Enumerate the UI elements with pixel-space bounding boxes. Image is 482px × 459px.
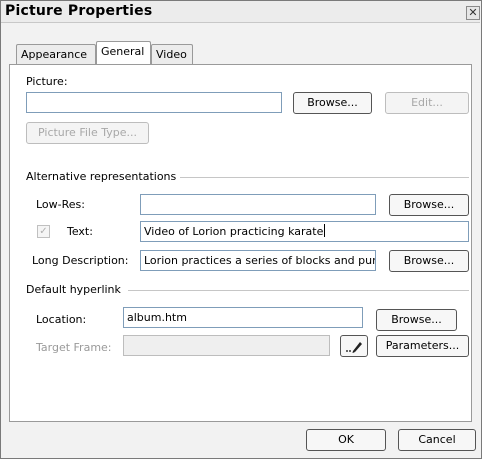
target-frame-label: Target Frame: xyxy=(36,341,112,354)
hyperlink-separator xyxy=(128,290,469,291)
picture-edit-button[interactable]: Edit... xyxy=(385,92,469,114)
cancel-button[interactable]: Cancel xyxy=(398,429,476,451)
long-description-label: Long Description: xyxy=(32,254,129,267)
picture-label: Picture: xyxy=(26,75,68,88)
close-icon[interactable]: ✕ xyxy=(466,6,480,20)
target-frame-pick-button[interactable] xyxy=(340,335,368,357)
location-label: Location: xyxy=(36,313,87,326)
tab-video[interactable]: Video xyxy=(151,44,193,64)
alternative-section-label: Alternative representations xyxy=(26,170,177,183)
target-frame-input[interactable] xyxy=(123,335,330,356)
lowres-browse-button[interactable]: Browse... xyxy=(389,194,469,216)
picture-browse-button[interactable]: Browse... xyxy=(293,92,372,114)
alternative-separator xyxy=(180,177,469,178)
text-label: Text: xyxy=(67,225,93,238)
lowres-input[interactable] xyxy=(140,194,376,215)
long-description-input[interactable]: Lorion practices a series of blocks and … xyxy=(140,250,376,271)
lowres-label: Low-Res: xyxy=(36,198,85,211)
text-checkbox[interactable]: ✓ xyxy=(37,225,50,238)
tab-general[interactable]: General xyxy=(96,41,151,64)
picture-input[interactable] xyxy=(26,92,282,113)
tab-panel-general xyxy=(9,64,472,422)
dialog-title: Picture Properties xyxy=(5,3,153,19)
picture-file-type-button[interactable]: Picture File Type... xyxy=(26,122,149,144)
text-input-value: Video of Lorion practicing karate xyxy=(144,225,324,238)
long-description-browse-button[interactable]: Browse... xyxy=(389,250,469,272)
tab-appearance[interactable]: Appearance xyxy=(16,44,96,64)
location-input[interactable]: album.htm xyxy=(123,307,363,328)
text-cursor xyxy=(324,224,326,237)
ok-button[interactable]: OK xyxy=(306,429,386,451)
text-input[interactable]: Video of Lorion practicing karate xyxy=(140,221,469,242)
hyperlink-section-label: Default hyperlink xyxy=(26,283,121,296)
pencil-icon xyxy=(346,342,362,353)
location-browse-button[interactable]: Browse... xyxy=(376,309,457,331)
parameters-button[interactable]: Parameters... xyxy=(376,335,469,357)
